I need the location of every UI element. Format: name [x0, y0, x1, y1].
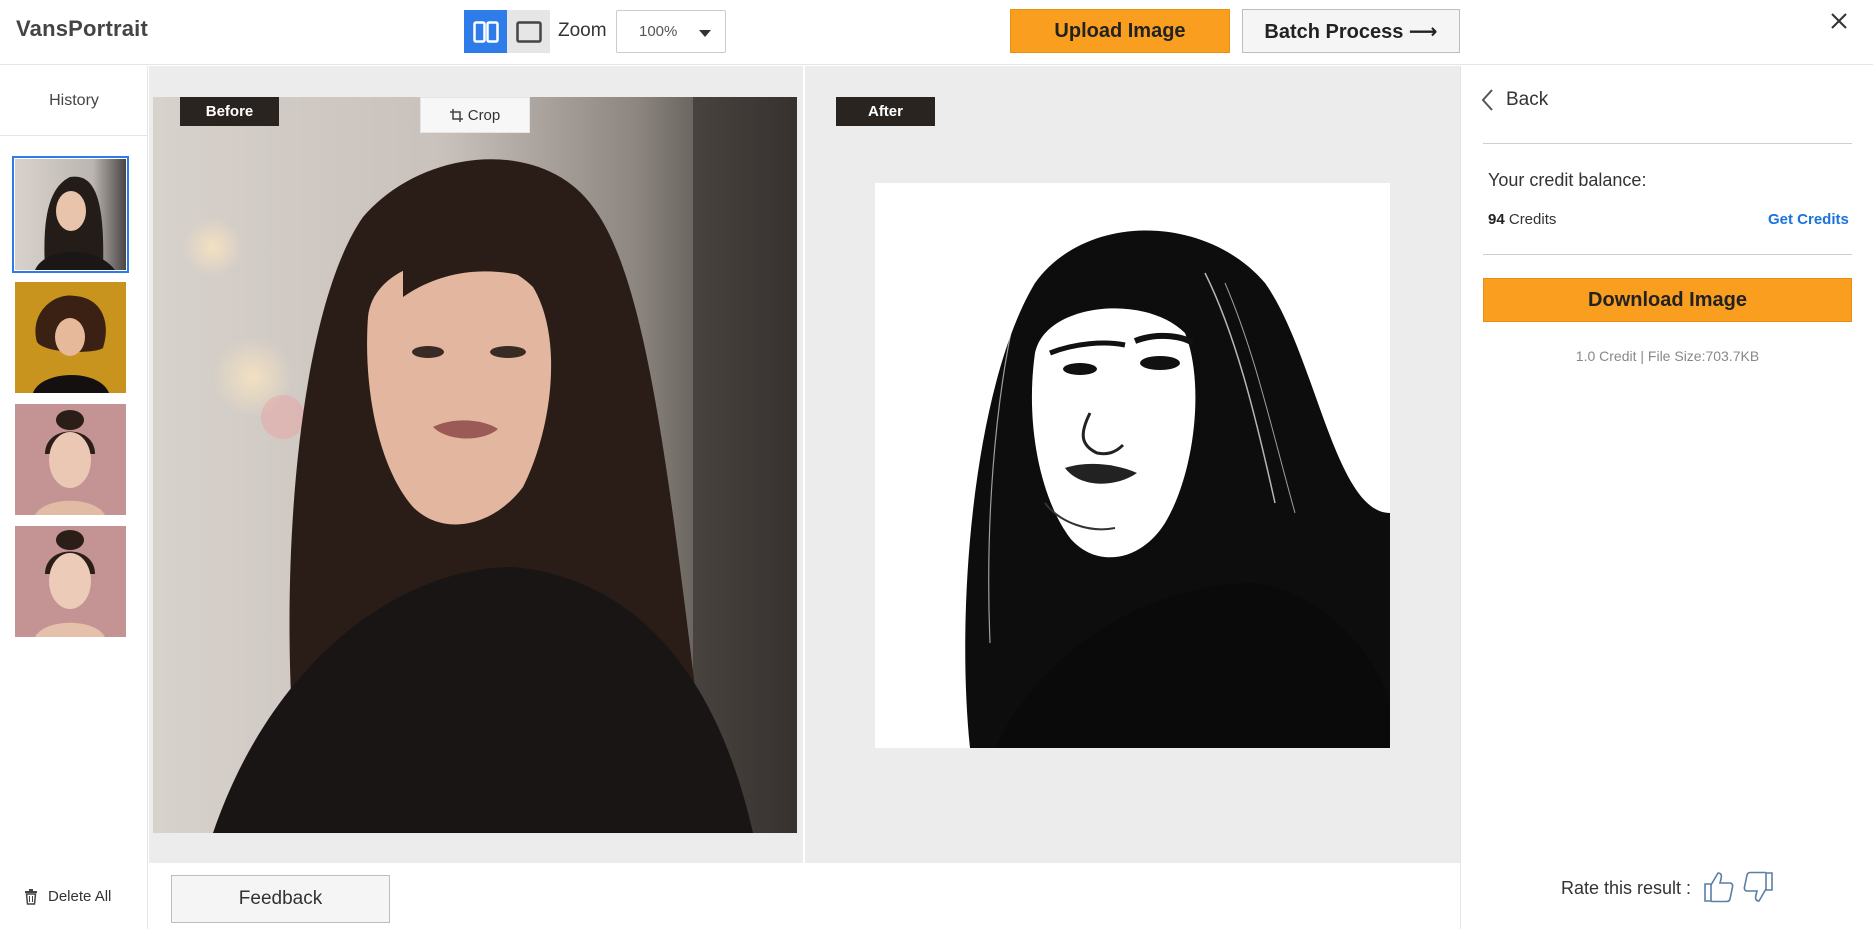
chevron-left-icon	[1481, 89, 1493, 111]
split-view-icon	[472, 20, 499, 43]
split-view-button[interactable]	[464, 10, 507, 53]
single-view-button[interactable]	[507, 10, 550, 53]
portrait-thumbnail-image	[15, 526, 126, 637]
portrait-thumbnail-image	[15, 159, 126, 270]
history-thumbnail[interactable]	[12, 156, 129, 273]
thumbs-down-icon[interactable]	[1742, 870, 1774, 904]
credit-balance-value: 94 Credits	[1488, 211, 1556, 228]
rate-result-label: Rate this result :	[1561, 878, 1692, 898]
result-panel	[1460, 66, 1873, 929]
before-panel: Before	[149, 66, 803, 863]
sketch-result-image	[875, 183, 1390, 748]
zoom-label: Zoom	[558, 20, 607, 41]
batch-process-button[interactable]: Batch Process ⟶	[1242, 9, 1460, 53]
get-credits-link[interactable]: Get Credits	[1768, 211, 1849, 228]
history-thumbnail[interactable]	[15, 526, 126, 637]
trash-icon	[25, 888, 37, 905]
single-view-icon	[515, 20, 542, 43]
app-logo: VansPortrait	[16, 16, 149, 41]
zoom-value: 100%	[639, 23, 678, 40]
delete-all-button[interactable]: Delete All	[24, 888, 111, 905]
history-sidebar: History Delete All	[0, 66, 148, 929]
zoom-select[interactable]: 100%	[616, 10, 726, 53]
chevron-down-icon	[699, 30, 711, 37]
credit-count: 94	[1488, 211, 1505, 228]
crop-label: Crop	[467, 106, 501, 124]
after-panel: After	[805, 66, 1460, 863]
top-bar: VansPortrait Zoom 100% Upload Image Batc…	[0, 0, 1873, 65]
back-button[interactable]: Back	[1480, 88, 1548, 112]
divider	[1483, 143, 1852, 144]
portrait-thumbnail-image	[15, 404, 126, 515]
download-image-button[interactable]: Download Image	[1483, 278, 1852, 322]
history-thumbnail[interactable]	[15, 404, 126, 515]
after-tag: After	[836, 97, 935, 126]
upload-image-button[interactable]: Upload Image	[1010, 9, 1230, 53]
credit-balance-label: Your credit balance:	[1488, 170, 1647, 190]
feedback-button[interactable]: Feedback	[171, 875, 390, 923]
credit-unit: Credits	[1508, 211, 1557, 228]
view-mode-toggle	[464, 10, 550, 53]
thumbs-up-icon[interactable]	[1703, 870, 1735, 904]
before-tag: Before	[180, 97, 279, 126]
delete-all-label: Delete All	[48, 888, 112, 905]
divider	[1483, 254, 1852, 255]
crop-icon	[449, 108, 463, 122]
file-info: 1.0 Credit | File Size:703.7KB	[1575, 348, 1760, 364]
back-label: Back	[1506, 89, 1549, 110]
close-icon[interactable]	[1826, 8, 1852, 34]
original-photo	[153, 97, 797, 833]
history-title: History	[0, 66, 148, 136]
crop-button[interactable]: Crop	[420, 97, 530, 133]
history-thumbnail[interactable]	[15, 282, 126, 393]
portrait-thumbnail-image	[15, 282, 126, 393]
